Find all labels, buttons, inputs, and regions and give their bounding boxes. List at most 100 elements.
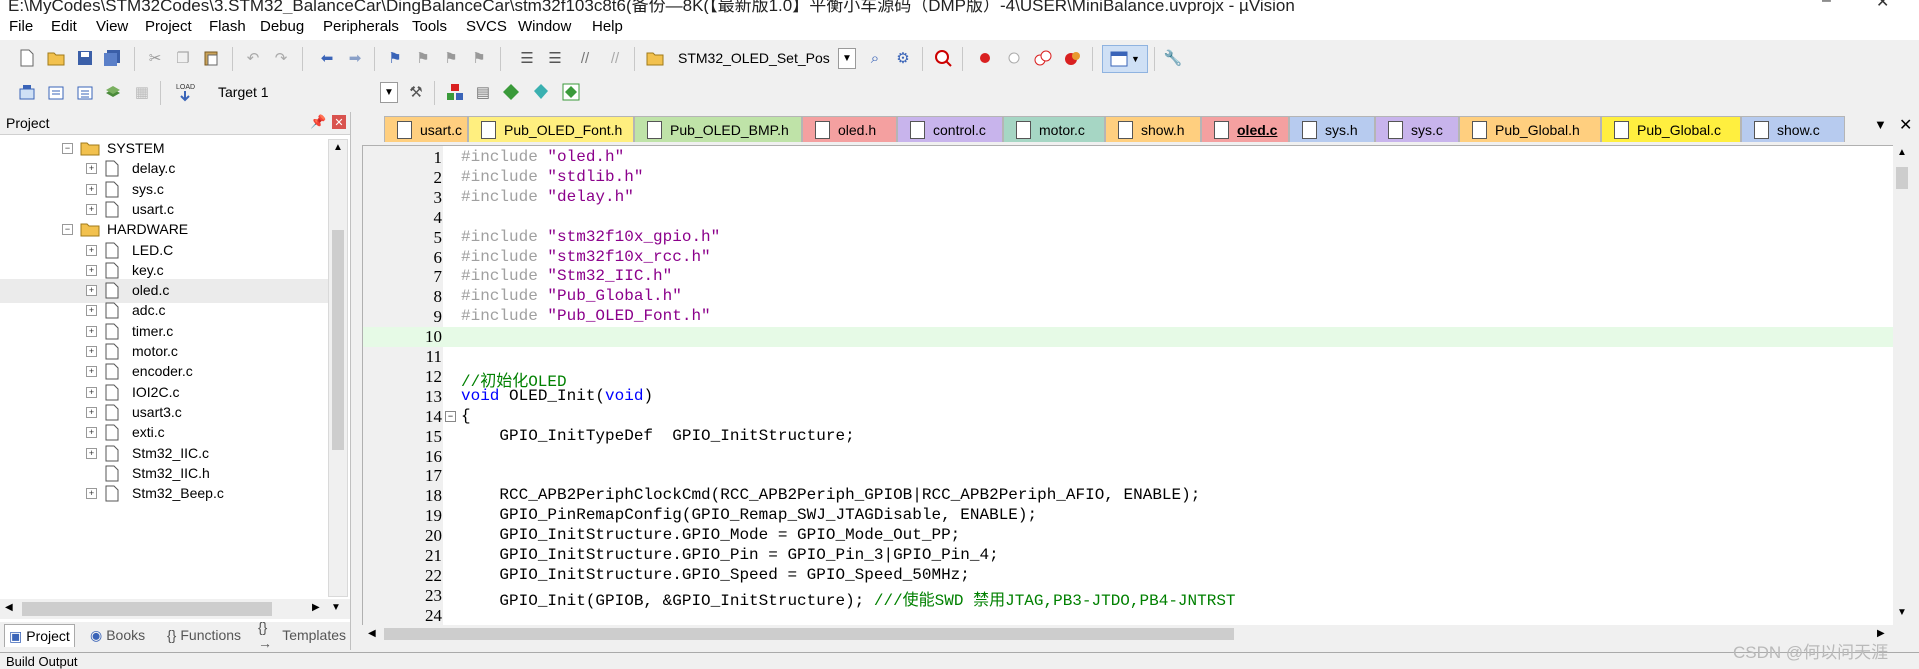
stop-build-icon[interactable]: ▦ bbox=[131, 81, 153, 103]
new-file-icon[interactable] bbox=[16, 47, 38, 69]
build-icon[interactable] bbox=[45, 81, 67, 103]
comment-icon[interactable]: // bbox=[574, 47, 596, 69]
close-panel-icon[interactable]: ✕ bbox=[332, 115, 346, 129]
menu-flash[interactable]: Flash bbox=[209, 18, 246, 35]
insert-breakpoint-icon[interactable] bbox=[974, 47, 996, 69]
download-load-icon[interactable]: LOAD bbox=[174, 81, 196, 103]
file-tab[interactable]: Pub_Global.h bbox=[1459, 116, 1601, 142]
select-packs-icon[interactable] bbox=[530, 81, 552, 103]
scroll-down-icon[interactable]: ▼ bbox=[331, 602, 341, 613]
tree-hscroll-thumb[interactable] bbox=[22, 602, 272, 616]
expand-icon[interactable]: + bbox=[86, 427, 97, 439]
editor-horizontal-scrollbar[interactable]: ◀ ▶ bbox=[362, 625, 1893, 643]
expand-icon[interactable]: + bbox=[86, 406, 97, 418]
expand-icon[interactable]: + bbox=[86, 244, 97, 256]
code-line[interactable]: 19 GPIO_PinRemapConfig(GPIO_Remap_SWJ_JT… bbox=[363, 506, 1894, 526]
file-tab[interactable]: sys.c bbox=[1375, 116, 1459, 142]
file-tab[interactable]: oled.h bbox=[802, 116, 897, 142]
expand-icon[interactable]: + bbox=[86, 305, 97, 317]
debug-session-icon[interactable] bbox=[932, 47, 954, 69]
expand-icon[interactable]: + bbox=[86, 488, 97, 500]
expand-icon[interactable]: + bbox=[86, 183, 97, 195]
menu-svcs[interactable]: SVCS bbox=[466, 18, 507, 35]
menu-file[interactable]: File bbox=[9, 18, 33, 35]
expand-icon[interactable]: + bbox=[86, 264, 97, 276]
code-line[interactable]: 4 bbox=[363, 208, 1894, 228]
find-in-files-icon[interactable] bbox=[644, 47, 666, 69]
batch-build-icon[interactable] bbox=[102, 81, 124, 103]
code-line[interactable]: 10 bbox=[363, 327, 1894, 348]
nav-back-icon[interactable]: ⬅ bbox=[316, 47, 338, 69]
tab-project[interactable]: ▣ Project bbox=[4, 624, 75, 647]
menu-tools[interactable]: Tools bbox=[412, 18, 447, 35]
tree-file[interactable]: + Stm32_Beep.c bbox=[0, 482, 328, 506]
tab-list-icon[interactable]: ▼ bbox=[1874, 117, 1887, 132]
pack-installer-icon[interactable] bbox=[500, 81, 522, 103]
redo-icon[interactable]: ↷ bbox=[270, 47, 292, 69]
code-line[interactable]: 7 #include "Stm32_IIC.h" bbox=[363, 267, 1894, 287]
code-line[interactable]: 5 #include "stm32f10x_gpio.h" bbox=[363, 228, 1894, 248]
target-select[interactable]: Target 1 ▼ bbox=[210, 81, 398, 103]
expand-icon[interactable]: + bbox=[86, 346, 97, 357]
tab-templates[interactable]: {}→ Templates bbox=[254, 619, 350, 651]
paste-icon[interactable] bbox=[200, 47, 222, 69]
code-line[interactable]: 1 #include "oled.h" bbox=[363, 148, 1894, 168]
file-tab[interactable]: Pub_OLED_Font.h bbox=[468, 116, 634, 142]
menu-view[interactable]: View bbox=[96, 18, 128, 35]
editor-hscroll-thumb[interactable] bbox=[384, 628, 1234, 640]
file-tab[interactable]: show.c bbox=[1741, 116, 1845, 142]
menu-debug[interactable]: Debug bbox=[260, 18, 304, 35]
code-line[interactable]: 6 #include "stm32f10x_rcc.h" bbox=[363, 248, 1894, 268]
manage-project-icon[interactable] bbox=[444, 81, 466, 103]
save-icon[interactable] bbox=[74, 47, 96, 69]
configure-icon[interactable]: 🔧 bbox=[1162, 47, 1184, 69]
code-line[interactable]: 15 GPIO_InitTypeDef GPIO_InitStructure; bbox=[363, 427, 1894, 447]
tree-vertical-scrollbar[interactable]: ▲ bbox=[328, 139, 348, 597]
code-line[interactable]: 17 bbox=[363, 466, 1894, 486]
scroll-up-icon[interactable]: ▲ bbox=[1897, 147, 1907, 158]
file-tab[interactable]: Pub_Global.c bbox=[1601, 116, 1741, 142]
find-icon[interactable]: ⌕ bbox=[864, 47, 886, 69]
scroll-right-icon[interactable]: ▶ bbox=[312, 602, 320, 613]
find-combo[interactable]: STM32_OLED_Set_Pos ▼ bbox=[674, 47, 856, 69]
file-tab[interactable]: usart.c bbox=[384, 116, 468, 142]
code-line[interactable]: 20 GPIO_InitStructure.GPIO_Mode = GPIO_M… bbox=[363, 526, 1894, 546]
collapse-icon[interactable]: − bbox=[62, 224, 73, 236]
undo-icon[interactable]: ↶ bbox=[242, 47, 264, 69]
scroll-left-icon[interactable]: ◀ bbox=[368, 628, 376, 639]
code-line[interactable]: 12//初始化OLED bbox=[363, 367, 1894, 391]
file-tab[interactable]: motor.c bbox=[1003, 116, 1105, 142]
file-tab[interactable]: show.h bbox=[1105, 116, 1201, 142]
menu-help[interactable]: Help bbox=[592, 18, 623, 35]
menu-window[interactable]: Window bbox=[518, 18, 571, 35]
bookmark-toggle-icon[interactable]: ⚑ bbox=[384, 47, 406, 69]
editor-vertical-scrollbar[interactable]: ▲ ▼ bbox=[1893, 145, 1911, 627]
collapse-icon[interactable]: − bbox=[62, 143, 73, 154]
code-line[interactable]: 13 void OLED_Init(void) bbox=[363, 387, 1894, 407]
close-tab-icon[interactable]: ✕ bbox=[1899, 115, 1912, 135]
target-options-icon[interactable]: ⚒ bbox=[405, 81, 427, 103]
scroll-down-icon[interactable]: ▼ bbox=[1897, 607, 1907, 618]
translate-icon[interactable] bbox=[16, 81, 38, 103]
menu-edit[interactable]: Edit bbox=[51, 18, 77, 35]
nav-forward-icon[interactable]: ➡ bbox=[344, 47, 366, 69]
tree-scroll-thumb[interactable] bbox=[332, 230, 344, 450]
code-line[interactable]: 23 GPIO_Init(GPIOB, &GPIO_InitStructure)… bbox=[363, 586, 1894, 610]
pin-icon[interactable]: 📌 bbox=[310, 114, 326, 130]
code-line[interactable]: 14−{ bbox=[363, 407, 1894, 427]
save-all-icon[interactable] bbox=[102, 47, 124, 69]
code-line[interactable]: 16 bbox=[363, 447, 1894, 467]
close-window-button[interactable]: ✕ bbox=[1876, 0, 1889, 12]
minimize-button[interactable]: – bbox=[1822, 0, 1831, 10]
tab-books[interactable]: ◉ Books bbox=[86, 624, 149, 646]
code-line[interactable]: 21 GPIO_InitStructure.GPIO_Pin = GPIO_Pi… bbox=[363, 546, 1894, 566]
bookmark-next-icon[interactable]: ⚑ bbox=[440, 47, 462, 69]
expand-icon[interactable]: + bbox=[86, 163, 97, 175]
code-line[interactable]: 8 #include "Pub_Global.h" bbox=[363, 287, 1894, 307]
file-tab[interactable]: oled.c bbox=[1201, 116, 1289, 142]
uncomment-icon[interactable]: // bbox=[604, 47, 626, 69]
chevron-down-icon[interactable]: ▼ bbox=[380, 82, 398, 103]
expand-icon[interactable]: + bbox=[86, 447, 97, 459]
run-time-environment-icon[interactable] bbox=[560, 81, 582, 103]
tree-horizontal-scrollbar[interactable]: ◀ ▶ ▼ bbox=[0, 599, 350, 619]
